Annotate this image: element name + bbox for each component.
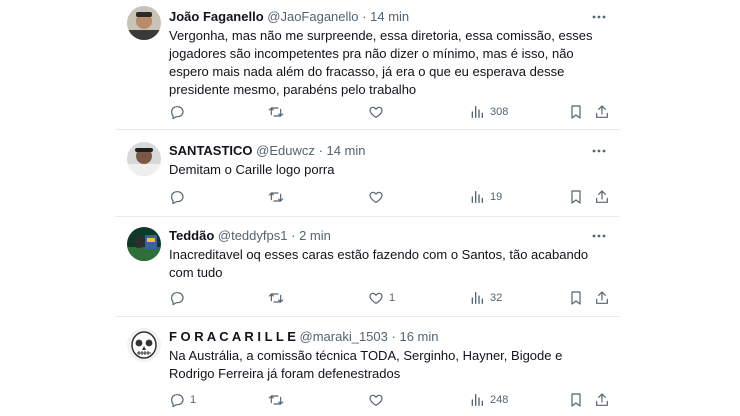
tweet-text: Na Austrália, a comissão técnica TODA, S… [169,348,563,381]
tweet[interactable]: João Faganello @JaoFaganello · 14 min Ve… [115,0,620,128]
bookmark-button[interactable] [568,104,584,120]
like-button[interactable] [368,104,389,120]
tweet-header: João Faganello @JaoFaganello · 14 min [169,8,409,26]
tweet-text: Demitam o Carille logo porra [169,162,335,177]
tweet-header: SANTASTICO @Eduwcz · 14 min [169,142,366,160]
reply-count: 1 [190,394,197,406]
share-button[interactable] [594,104,610,120]
more-options-icon[interactable] [590,8,608,26]
bookmark-icon [571,105,581,119]
views-button[interactable]: 248 [469,392,508,408]
bookmark-icon [571,393,581,407]
tweet-text: Vergonha, mas não me surpreende, essa di… [169,28,593,97]
retweet-button[interactable] [268,392,289,408]
views-button[interactable]: 32 [469,290,502,306]
display-name[interactable]: João Faganello [169,9,264,24]
tweet-actions: 19 [169,189,615,205]
tweet[interactable]: SANTASTICO @Eduwcz · 14 min Demitam o Ca… [115,130,620,216]
views-count: 248 [490,394,509,406]
more-options-icon[interactable] [590,142,608,160]
separator-dot: · [362,9,367,24]
heart-icon [369,394,383,406]
retweet-icon [268,192,284,202]
separator-dot: · [391,329,396,344]
views-bar-chart-icon [471,394,483,406]
like-count: 1 [389,292,396,304]
avatar[interactable] [127,6,161,40]
separator-dot: · [318,143,323,158]
tweet-actions: 1 248 [169,392,615,408]
timestamp[interactable]: 14 min [370,9,409,24]
retweet-button[interactable] [268,290,289,306]
views-bar-chart-icon [471,292,483,304]
avatar[interactable] [127,142,161,176]
reply-icon [171,106,184,120]
user-handle[interactable]: @maraki_1503 [300,329,388,344]
timestamp[interactable]: 14 min [326,143,365,158]
heart-icon [369,106,383,118]
display-name[interactable]: Teddão [169,228,214,243]
retweet-icon [268,293,284,303]
timestamp[interactable]: 16 min [399,329,438,344]
views-button[interactable]: 308 [469,104,508,120]
like-button[interactable]: 1 [368,290,395,306]
share-icon [596,105,608,118]
tweet-header: F O R A C A R I L L E @maraki_1503 · 16 … [169,328,439,346]
avatar[interactable] [127,227,161,261]
reply-icon [171,191,184,205]
avatar[interactable] [127,328,161,362]
heart-icon [369,191,383,203]
retweet-icon [268,395,284,405]
tweet-text: Inacreditavel oq esses caras estão fazen… [169,247,589,280]
like-button[interactable] [368,392,389,408]
views-count: 32 [490,292,503,304]
reply-icon [171,292,184,306]
like-button[interactable] [368,189,389,205]
share-button[interactable] [594,290,610,306]
share-button[interactable] [594,392,610,408]
display-name[interactable]: SANTASTICO [169,143,253,158]
tweet-header: Teddão @teddyfps1 · 2 min [169,227,331,245]
views-bar-chart-icon [471,106,483,118]
share-icon [596,291,608,304]
tweet[interactable]: Teddão @teddyfps1 · 2 min Inacreditavel … [115,217,620,317]
user-handle[interactable]: @Eduwcz [256,143,315,158]
bookmark-button[interactable] [568,189,584,205]
views-bar-chart-icon [471,191,483,203]
more-options-icon[interactable] [590,227,608,245]
reply-button[interactable]: 1 [169,392,196,408]
heart-icon [369,292,383,304]
user-handle[interactable]: @JaoFaganello [267,9,358,24]
views-count: 19 [490,191,503,203]
share-icon [596,393,608,406]
reply-button[interactable] [169,290,190,306]
reply-button[interactable] [169,104,190,120]
reply-icon [171,394,184,408]
reply-feed: João Faganello @JaoFaganello · 14 min Ve… [115,0,620,416]
views-count: 308 [490,106,509,118]
bookmark-button[interactable] [568,392,584,408]
timestamp[interactable]: 2 min [299,228,331,243]
bookmark-icon [571,190,581,204]
retweet-button[interactable] [268,189,289,205]
display-name[interactable]: F O R A C A R I L L E [169,329,296,344]
user-handle[interactable]: @teddyfps1 [218,228,288,243]
bookmark-button[interactable] [568,290,584,306]
separator-dot: · [291,228,296,243]
retweet-button[interactable] [268,104,289,120]
bookmark-icon [571,291,581,305]
tweet-actions: 308 [169,104,615,120]
share-button[interactable] [594,189,610,205]
retweet-icon [268,107,284,117]
share-icon [596,190,608,203]
reply-button[interactable] [169,189,190,205]
tweet-actions: 1 32 [169,290,615,306]
views-button[interactable]: 19 [469,189,502,205]
tweet[interactable]: F O R A C A R I L L E @maraki_1503 · 16 … [115,317,620,416]
